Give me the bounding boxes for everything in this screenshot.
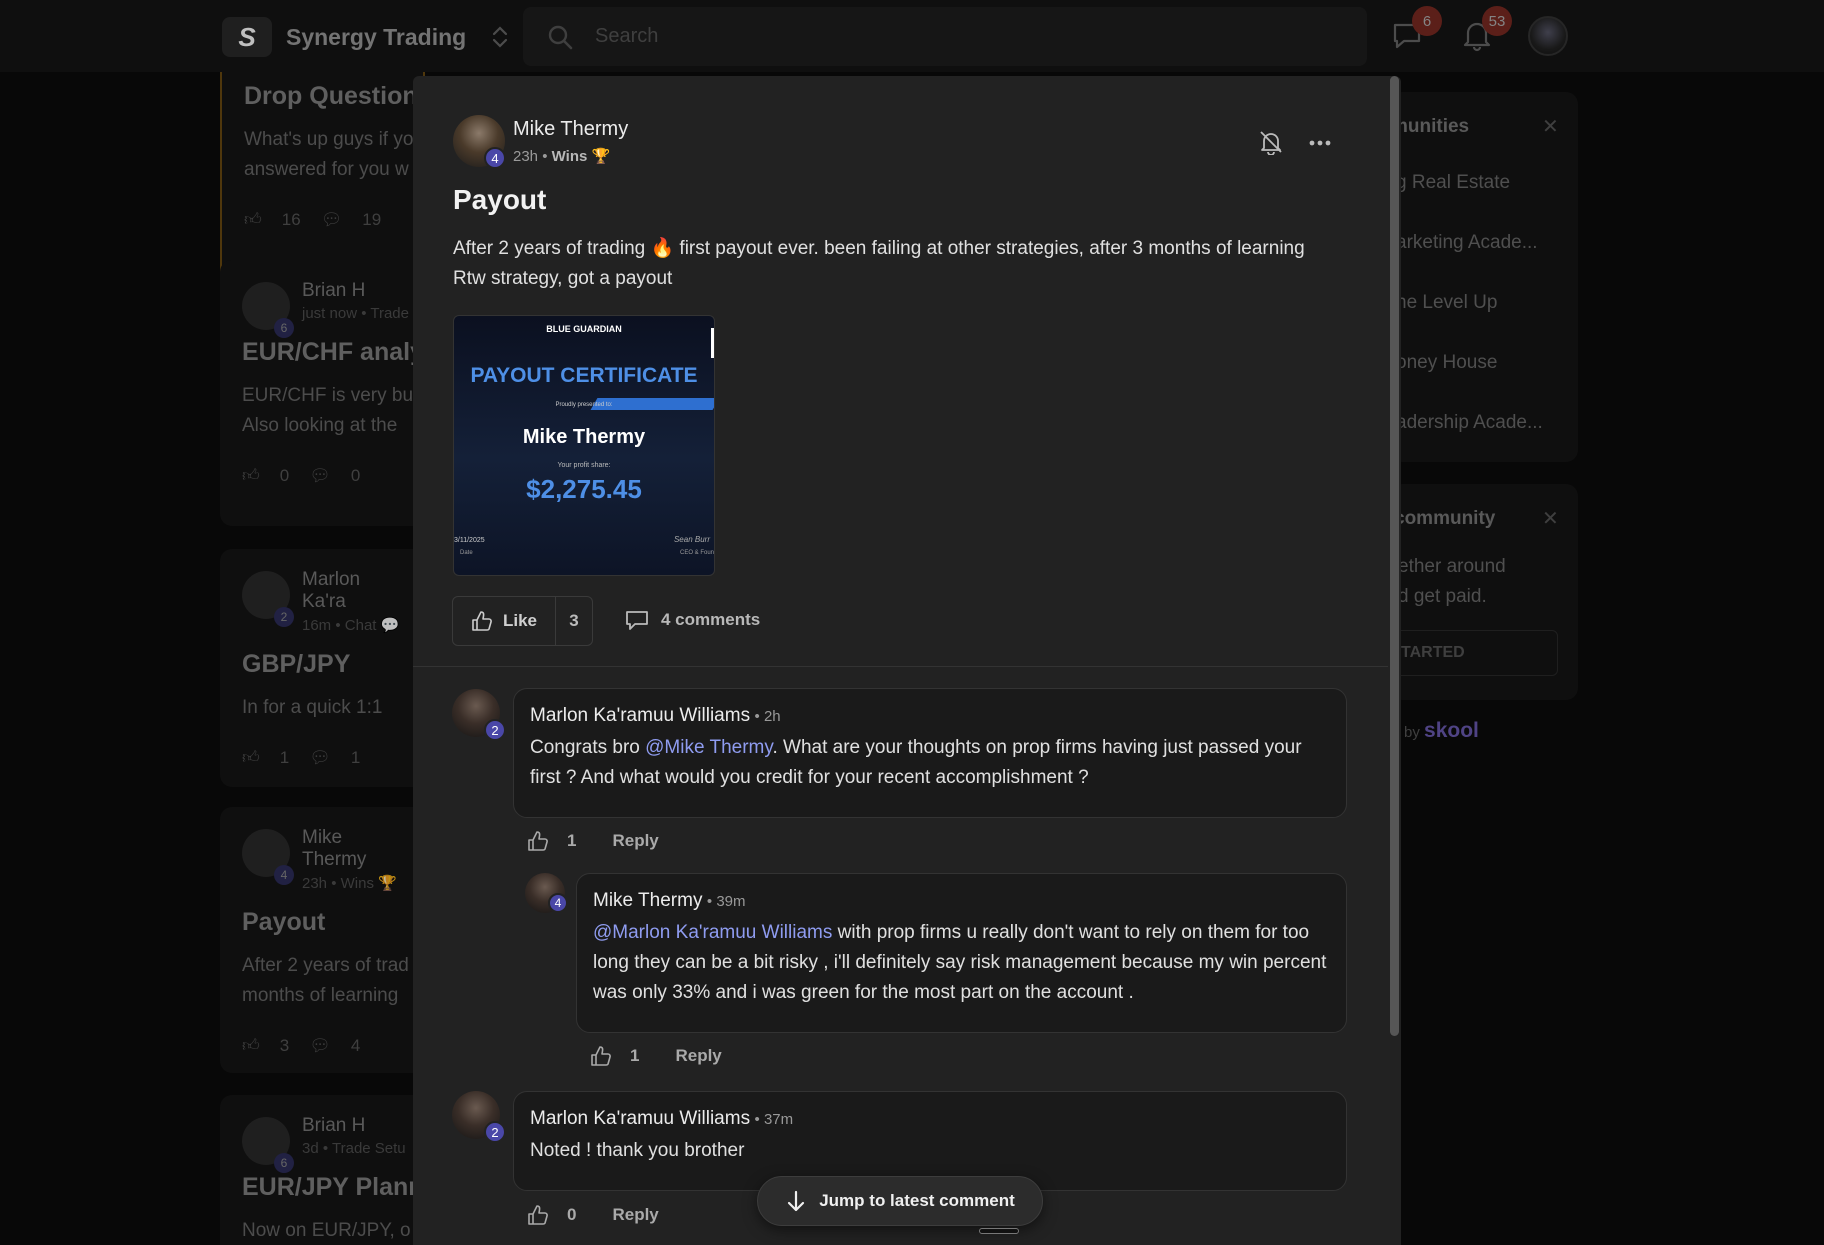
certificate-accent-bar [711,328,714,358]
certificate-presented: Proudly presented to: [555,402,613,408]
certificate-ceo-label: CEO & Foun [679,550,714,556]
level-badge: 2 [484,1121,506,1143]
scrollbar[interactable] [1390,76,1399,1036]
reply-button[interactable]: Reply [612,831,658,851]
comments-count-label: 4 comments [661,610,761,629]
post-meta: 23h • Wins 🏆 [513,148,611,165]
comment-time-sep: • [754,1111,764,1128]
comment-time: 2h [763,708,781,725]
post-image-payout-certificate[interactable]: BLUE GUARDIAN PAYOUT CERTIFICATE Proudly… [453,315,715,576]
bell-off-icon[interactable] [1258,129,1284,155]
certificate-brand-logo: BLUE GUARDIAN [546,324,622,334]
level-badge: 2 [484,719,506,741]
comment-author[interactable]: Marlon Ka'ramuu Williams [530,705,750,726]
like-label: Like [503,611,538,630]
comment-bubble: Mike Thermy • 39m @Marlon Ka'ramuu Willi… [576,873,1347,1033]
comment-text: Noted ! thank you brother [530,1136,1330,1166]
like-control: Like 3 [452,596,593,646]
jump-label: Jump to latest comment [819,1191,1015,1210]
post-category[interactable]: Wins 🏆 [552,148,611,165]
reply-button[interactable]: Reply [612,1205,658,1225]
more-options-icon[interactable] [1306,129,1334,157]
comment-like-count: 1 [567,831,577,850]
comment-time: 37m [763,1111,794,1128]
like-button[interactable]: Like [453,597,557,645]
certificate-date-label: Date [460,550,473,556]
post-modal: 4 Mike Thermy 23h • Wins 🏆 Payout After … [413,76,1401,1245]
comment-actions: 0 Reply [527,1204,659,1226]
thumbs-up-icon[interactable] [527,830,549,852]
thumbs-up-icon[interactable] [527,1204,549,1226]
thumbs-up-icon[interactable] [590,1045,612,1067]
comment-text-part: Noted ! thank you brother [530,1140,745,1161]
comment-actions: 1 Reply [590,1045,722,1067]
post-time: 23h [513,148,539,165]
level-badge: 4 [548,893,568,913]
thumbs-up-icon [472,611,492,631]
comment-time-sep: • [706,893,717,910]
level-badge: 4 [484,147,506,169]
comment-author[interactable]: Marlon Ka'ramuu Williams [530,1108,750,1129]
like-count[interactable]: 3 [556,611,592,631]
mention-link[interactable]: @Mike Thermy [645,737,772,758]
post-body: After 2 years of trading 🔥 first payout … [453,238,1305,289]
reply-button[interactable]: Reply [675,1046,721,1066]
certificate-name: Mike Thermy [522,426,646,448]
drag-handle[interactable] [979,1228,1019,1234]
comments-link[interactable]: 4 comments [625,609,760,631]
comment-text: @Marlon Ka'ramuu Williams with prop firm… [593,918,1330,1008]
post-title: Payout [453,184,547,215]
mention-link[interactable]: @Marlon Ka'ramuu Williams [593,922,832,943]
post-author[interactable]: Mike Thermy [513,118,628,141]
comment-bubble: Marlon Ka'ramuu Williams • 2h Congrats b… [513,688,1347,818]
arrow-down-icon [788,1190,805,1212]
certificate-amount: $2,275.45 [526,474,642,504]
comment-time-sep: • [754,708,764,725]
comment-icon [626,611,648,630]
comment-author[interactable]: Mike Thermy [593,890,702,911]
certificate-profit-label: Your profit share: [557,462,611,469]
certificate-date: 3/11/2025 [454,537,485,544]
comment-time: 39m [716,893,746,910]
certificate-signature: Sean Burr [673,535,710,544]
jump-to-latest-button[interactable]: Jump to latest comment [757,1176,1043,1226]
comment-text-part: Congrats bro [530,737,646,758]
comment-text: Congrats bro @Mike Thermy. What are your… [530,733,1330,793]
comment-like-count: 0 [567,1205,577,1224]
certificate-title: PAYOUT CERTIFICATE [470,364,698,387]
divider [413,666,1388,667]
comment-actions: 1 Reply [527,830,659,852]
comment-like-count: 1 [630,1046,640,1065]
